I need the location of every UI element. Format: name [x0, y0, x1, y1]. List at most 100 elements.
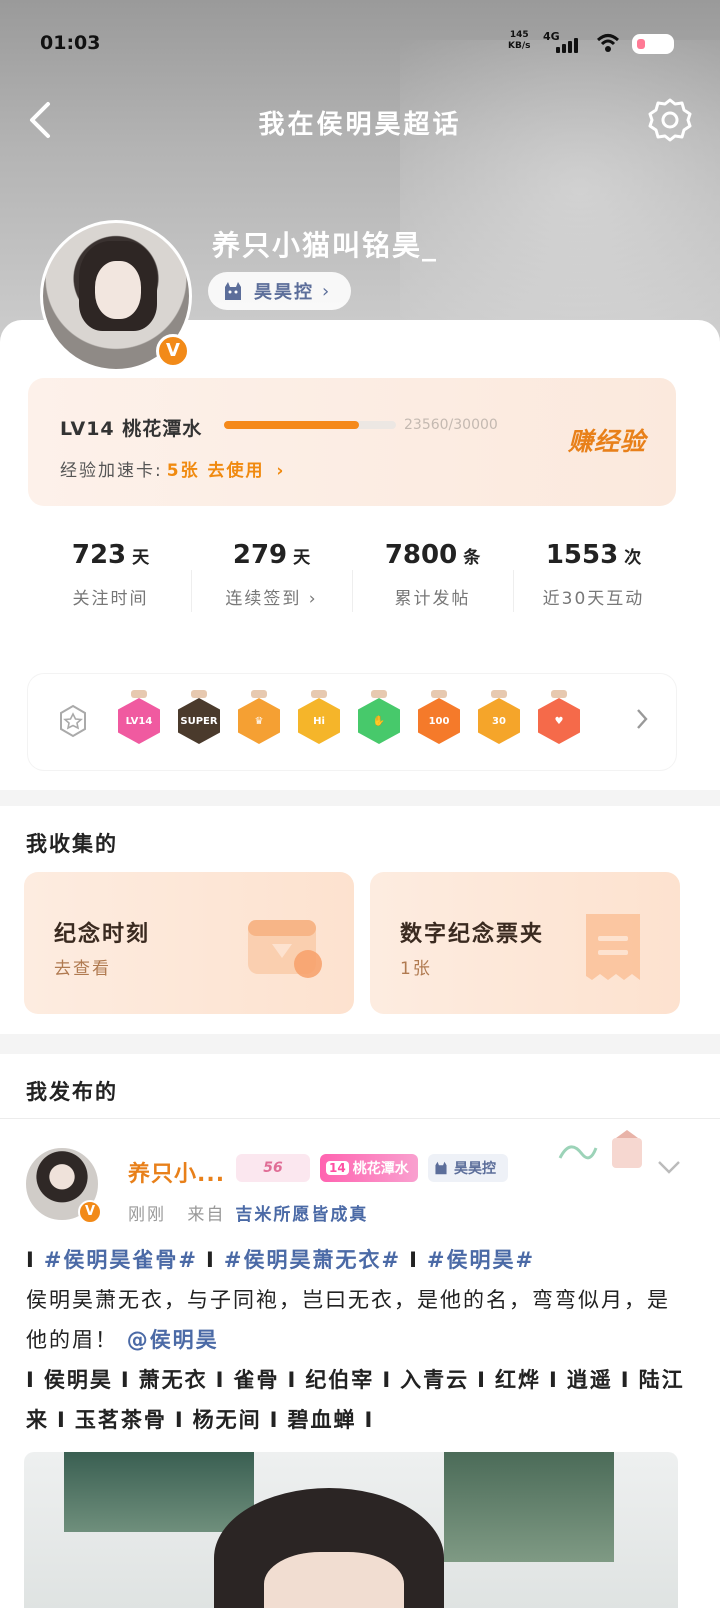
post-body: I #侯明昊雀骨# I #侯明昊萧无衣# I #侯明昊# 侯明昊萧无衣，与子同袍，岂曰无衣… [26, 1240, 686, 1440]
hashtag-link[interactable]: #侯明昊# [427, 1248, 535, 1272]
level-tag-number: 14 [326, 1161, 349, 1175]
hashtag-link[interactable]: #侯明昊雀骨# [44, 1248, 198, 1272]
crown-badge-icon[interactable]: ♛ [236, 690, 282, 752]
role-name: 逍遥 [566, 1368, 613, 1392]
badge-label: SUPER [178, 698, 220, 744]
top-nav: 我在侯明昊超话 [0, 96, 720, 146]
card-subtitle: 1张 [400, 959, 432, 979]
badge-shield-icon [60, 704, 86, 738]
30-days-badge-icon[interactable]: 30 [476, 690, 522, 752]
my-posts-section: 我发布的 V 养只小... 56 14 桃花潭水 昊昊控 刚刚 来自 吉米所愿皆成真… [0, 1054, 720, 1608]
wifi-icon [596, 34, 620, 52]
hashtag-link[interactable]: #侯明昊萧无衣# [224, 1248, 401, 1272]
stat-follow-days: 723 天 关注时间 [30, 540, 191, 650]
badge-list: LV14 SUPER ♛ Hi ✋ 100 30 ♥ [116, 690, 582, 752]
post-author-name[interactable]: 养只小... [128, 1156, 225, 1188]
post-role-list: I 侯明昊 I 萧无衣 I 雀骨 I 纪伯宰 I 入青云 I 红烨 I 逍遥 I 陆江来 I 玉茗茶骨 I 杨无间 I 碧… [26, 1368, 685, 1432]
decoration-sticker-icon [558, 1130, 642, 1168]
hand-badge-icon[interactable]: ✋ [356, 690, 402, 752]
memorial-moments-card[interactable]: 纪念时刻 去查看 [24, 872, 354, 1014]
badge-strip[interactable]: LV14 SUPER ♛ Hi ✋ 100 30 ♥ [28, 674, 676, 770]
chevron-right-icon: › [322, 280, 332, 302]
collect-section-title: 我收集的 [26, 832, 118, 856]
stats-row: 723 天 关注时间 279 天 连续签到 › 7800 条 累计发帖 1553 次 近… [30, 540, 674, 650]
role-name: 玉茗茶骨 [74, 1408, 167, 1432]
ticket-icon [586, 914, 640, 980]
accel-card-row[interactable]: 经验加速卡: 5张 去使用 › [60, 456, 285, 481]
fan-title-label: 昊昊控 [254, 282, 314, 303]
badge-label: ♛ [238, 698, 280, 744]
stat-checkin-days[interactable]: 279 天 连续签到 › [191, 540, 352, 650]
role-name: 侯明昊 [43, 1368, 113, 1392]
network-speed: 145 KB/s [508, 30, 530, 52]
network-speed-unit: KB/s [508, 41, 531, 51]
gear-icon[interactable] [646, 96, 694, 144]
fan-title-pill[interactable]: 昊昊控 › [208, 272, 352, 310]
stat-unit: 次 [624, 548, 642, 568]
chevron-right-icon[interactable] [634, 706, 650, 732]
verified-badge: V [78, 1200, 102, 1224]
cat-level-text: 56 [263, 1160, 283, 1176]
badge-label: Hi [298, 698, 340, 744]
role-name: 红烨 [494, 1368, 541, 1392]
level-exp-text: 23560/30000 [404, 417, 498, 433]
stat-label: 累计发帖 [394, 589, 471, 609]
network-speed-value: 145 [509, 30, 529, 40]
divider [0, 1118, 720, 1119]
cat-level-tag: 56 [236, 1154, 310, 1182]
post-text: 侯明昊萧无衣，与子同袍，岂曰无衣，是他的名，弯弯似月，是他的眉！ [26, 1288, 670, 1352]
card-title: 数字纪念票夹 [400, 922, 545, 947]
collect-section: 我收集的 纪念时刻 去查看 数字纪念票夹 1张 [0, 806, 720, 1034]
role-name: 纪伯宰 [305, 1368, 375, 1392]
calendar-heart-icon [248, 920, 322, 978]
level-tag-name: 桃花潭水 [352, 1161, 409, 1177]
super-badge-icon[interactable]: SUPER [176, 690, 222, 752]
accel-card-value[interactable]: 5张 去使用 [167, 461, 265, 481]
status-time: 01:03 [40, 32, 101, 54]
stat-unit: 天 [293, 548, 311, 568]
stat-unit: 条 [463, 548, 481, 568]
badge-label: ♥ [538, 698, 580, 744]
signal-icon [556, 38, 578, 53]
stat-value: 723 [71, 540, 127, 570]
stat-value: 1553 [545, 540, 619, 570]
mention-link[interactable]: @侯明昊 [127, 1328, 219, 1352]
post-time: 刚刚 [128, 1205, 166, 1225]
stat-label: 关注时间 [72, 589, 149, 609]
page-title: 我在侯明昊超话 [258, 110, 462, 140]
role-name: 雀骨 [233, 1368, 280, 1392]
post-image[interactable] [24, 1452, 678, 1608]
post-source-link[interactable]: 吉米所愿皆成真 [235, 1205, 368, 1225]
role-name: 杨无间 [192, 1408, 262, 1432]
post-meta: 刚刚 来自 吉米所愿皆成真 [128, 1200, 368, 1225]
badge-label: 30 [478, 698, 520, 744]
stat-posts: 7800 条 累计发帖 [352, 540, 513, 650]
posts-section-title: 我发布的 [26, 1080, 118, 1104]
card-subtitle: 去查看 [54, 959, 111, 979]
stat-value: 7800 [384, 540, 458, 570]
cat-icon [225, 282, 241, 300]
level-progress-bar [224, 421, 396, 429]
role-name: 萧无衣 [138, 1368, 208, 1392]
level-tag: 14 桃花潭水 [320, 1154, 418, 1182]
stat-unit: 天 [132, 548, 150, 568]
stat-label: 近30天互动 [542, 589, 645, 609]
fan-tag-label: 昊昊控 [454, 1161, 496, 1177]
digital-ticket-folder-card[interactable]: 数字纪念票夹 1张 [370, 872, 680, 1014]
verified-badge: V [156, 334, 190, 368]
accel-card-label: 经验加速卡: [60, 461, 163, 481]
status-bar: 01:03 145 KB/s 4G [0, 30, 720, 60]
fan-tag: 昊昊控 [428, 1154, 508, 1182]
stat-label: 连续签到 › [225, 589, 318, 609]
card-title: 纪念时刻 [54, 922, 151, 947]
heart-hand-badge-icon[interactable]: ♥ [536, 690, 582, 752]
earn-exp-button[interactable]: 赚经验 [568, 422, 646, 458]
username: 养只小猫叫铭昊_ [212, 229, 439, 262]
profile-card: LV14 桃花潭水 23560/30000 经验加速卡: 5张 去使用 › 赚经验… [0, 320, 720, 790]
hi-badge-icon[interactable]: Hi [296, 690, 342, 752]
100-days-badge-icon[interactable]: 100 [416, 690, 462, 752]
post-hashtags: I #侯明昊雀骨# I #侯明昊萧无衣# I #侯明昊# [26, 1248, 536, 1272]
chevron-down-icon[interactable] [656, 1158, 682, 1176]
lv14-badge-icon[interactable]: LV14 [116, 690, 162, 752]
stat-value: 279 [232, 540, 288, 570]
